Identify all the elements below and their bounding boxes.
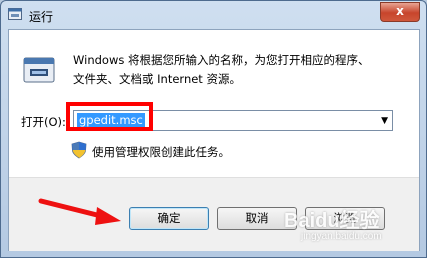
description-line-2: 文件夹、文档或 Internet 资源。 [73,72,241,86]
open-combobox[interactable]: gpedit.msc ▼ [73,110,393,131]
open-label: 打开(O): [21,115,66,129]
shield-icon [71,141,87,159]
run-app-icon [8,8,22,20]
open-input-value[interactable]: gpedit.msc [77,113,145,128]
description-line-1: Windows 将根据您所输入的名称，为您打开相应的程序、 [73,53,370,67]
close-button[interactable]: x [380,2,420,22]
run-program-icon [23,57,55,83]
ok-button[interactable]: 确定 [129,207,209,230]
admin-privilege-note: 使用管理权限创建此任务。 [92,145,230,159]
watermark-url: jingyan.baidu.com [301,231,382,242]
run-dialog-window: 运行 x Windows 将根据您所输入的名称，为您打开相应的程序、 文件夹、文… [0,0,427,258]
window-title: 运行 [29,10,54,24]
close-icon: x [396,4,404,18]
watermark-logo: Baidu经验 [284,210,380,232]
dropdown-arrow-icon[interactable]: ▼ [381,113,388,129]
title-bar[interactable]: 运行 x [1,1,426,29]
